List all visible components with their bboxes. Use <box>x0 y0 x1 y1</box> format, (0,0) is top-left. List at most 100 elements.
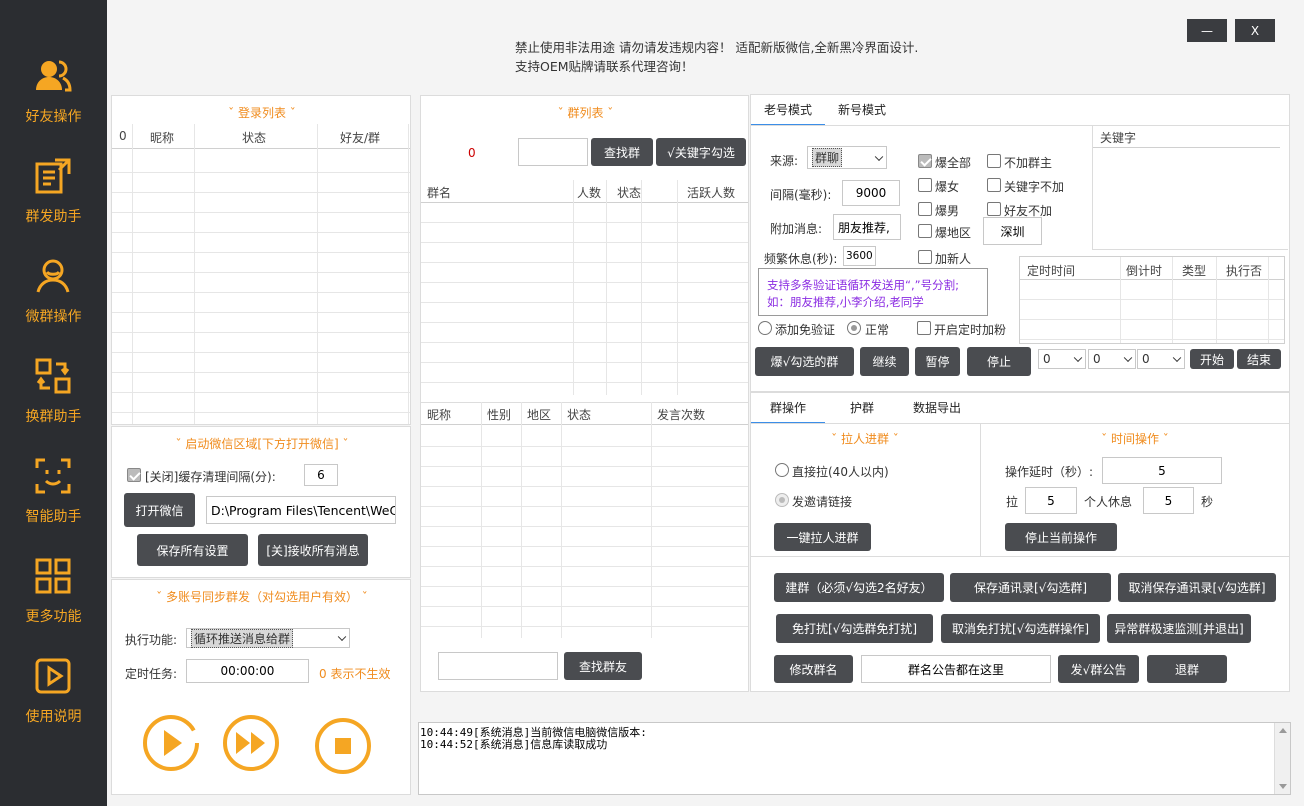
rest-person-label: 个人休息 <box>1084 495 1133 509</box>
receive-messages-button[interactable]: [关]接收所有消息 <box>258 534 368 566</box>
tab-group-ops[interactable]: 群操作 <box>751 393 825 424</box>
tab-protect-group[interactable]: 护群 <box>825 393 899 422</box>
sidebar-item-help[interactable]: 使用说明 <box>0 640 107 740</box>
log-box[interactable]: 10:44:49[系统消息]当前微信电脑微信版本: 10:44:52[系统消息]… <box>418 722 1291 795</box>
blast-male-checkbox[interactable] <box>918 202 932 216</box>
rename-group-button[interactable]: 修改群名 <box>774 655 853 683</box>
group-table: 群名 人数 状态 活跃人数 <box>421 180 748 395</box>
sidebar-item-label: 使用说明 <box>25 709 82 725</box>
open-wechat-button[interactable]: 打开微信 <box>124 493 195 527</box>
member-search-input[interactable] <box>438 652 558 680</box>
op-delay-input[interactable]: 5 <box>1102 457 1222 484</box>
pull-into-group-button[interactable]: 一键拉人进群 <box>774 523 871 551</box>
minimize-button[interactable]: — <box>1187 19 1227 42</box>
add-newbie-label: 加新人 <box>935 252 972 266</box>
normal-radio[interactable] <box>847 321 861 335</box>
blast-female-checkbox[interactable] <box>918 178 932 192</box>
timer-input[interactable]: 00:00:00 <box>186 659 309 683</box>
log-scrollbar[interactable] <box>1274 723 1290 794</box>
abnormal-monitor-button[interactable]: 异常群极速监测[并退出] <box>1107 614 1251 643</box>
blast-all-checkbox[interactable] <box>918 154 932 168</box>
smart-icon <box>35 458 71 494</box>
no-owner-label: 不加群主 <box>1004 156 1053 170</box>
invite-link-radio[interactable] <box>775 493 789 507</box>
rest-input[interactable]: 3600 <box>843 246 876 266</box>
cancel-dnd-button[interactable]: 取消免打扰[√勾选群操作] <box>941 614 1100 643</box>
source-select[interactable]: 群聊 <box>807 146 887 169</box>
create-group-button[interactable]: 建群（必须√勾选2名好友） <box>774 573 944 602</box>
pause-button[interactable]: 暂停 <box>915 347 960 376</box>
login-list-title: ˇ 登录列表 ˇ <box>228 106 296 120</box>
sidebar-item-group-ops[interactable]: 微群操作 <box>0 240 107 340</box>
launch-title: ˇ 启动微信区域[下方打开微信] ˇ <box>175 437 349 451</box>
exec-function-select[interactable]: 循环推送消息给群 <box>186 628 350 648</box>
wechat-path-input[interactable]: D:\Program Files\Tencent\WeChat <box>206 496 396 524</box>
pull-count-input[interactable]: 5 <box>1025 487 1077 514</box>
keyword-check-button[interactable]: √关键字勾选 <box>656 138 746 166</box>
keyword-list[interactable]: 关键字 <box>1092 126 1288 250</box>
op-delay-label: 操作延时（秒）: <box>1005 465 1094 479</box>
cache-interval-input[interactable]: 6 <box>304 464 338 486</box>
add-newbie-checkbox[interactable] <box>918 250 932 264</box>
stop-current-op-button[interactable]: 停止当前操作 <box>1005 523 1117 551</box>
stop-button[interactable]: 停止 <box>967 347 1031 376</box>
rest-seconds-input[interactable]: 5 <box>1143 487 1194 514</box>
timed-add-checkbox[interactable] <box>917 321 931 335</box>
free-verify-radio[interactable] <box>758 321 772 335</box>
interval-input[interactable]: 9000 <box>842 180 900 206</box>
hour-select[interactable]: 0 <box>1038 349 1086 369</box>
group-notice-input[interactable]: 群名公告都在这里 <box>861 655 1051 683</box>
continue-button[interactable]: 继续 <box>860 347 909 376</box>
quit-group-button[interactable]: 退群 <box>1147 655 1227 683</box>
grid-icon <box>35 558 71 594</box>
schedule-start-button[interactable]: 开始 <box>1190 349 1234 369</box>
send-notice-button[interactable]: 发√群公告 <box>1058 655 1139 683</box>
sidebar-item-more[interactable]: 更多功能 <box>0 540 107 640</box>
second-select[interactable]: 0 <box>1137 349 1185 369</box>
pull-count-label: 拉 <box>1006 495 1019 509</box>
scroll-up-icon[interactable] <box>1279 728 1287 733</box>
stop-icon[interactable] <box>314 717 372 775</box>
sidebar-item-friend-ops[interactable]: 好友操作 <box>0 40 107 140</box>
tab-new-mode[interactable]: 新号模式 <box>825 95 899 124</box>
blast-selected-button[interactable]: 爆√勾选的群 <box>755 347 854 376</box>
fast-forward-icon[interactable] <box>222 714 280 772</box>
rest-label: 频繁休息(秒): <box>764 252 838 266</box>
find-group-button[interactable]: 查找群 <box>591 138 653 166</box>
chevron-down-icon <box>1172 353 1182 363</box>
minute-select[interactable]: 0 <box>1088 349 1136 369</box>
extra-message-label: 附加消息: <box>770 222 823 236</box>
keyword-header: 关键字 <box>1100 131 1137 145</box>
tip-box: 支持多条验证语循环发送用“,”号分割; 如：朋友推荐,小李介绍,老同学 <box>758 268 988 316</box>
scroll-down-icon[interactable] <box>1279 784 1287 789</box>
group-icon <box>36 259 70 293</box>
find-member-button[interactable]: 查找群友 <box>564 652 642 680</box>
do-not-disturb-button[interactable]: 免打扰[√勾选群免打扰] <box>776 614 933 643</box>
sidebar-item-smart-assistant[interactable]: 智能助手 <box>0 440 107 540</box>
tab-data-export[interactable]: 数据导出 <box>899 393 975 422</box>
friend-skip-checkbox[interactable] <box>987 202 1001 216</box>
save-settings-button[interactable]: 保存所有设置 <box>137 534 248 566</box>
cancel-save-contacts-button[interactable]: 取消保存通讯录[√勾选群] <box>1118 573 1276 602</box>
login-col-index: 0 <box>119 129 127 143</box>
keyword-skip-checkbox[interactable] <box>987 178 1001 192</box>
blast-region-label: 爆地区 <box>935 226 972 240</box>
save-contacts-button[interactable]: 保存通讯录[√勾选群] <box>950 573 1111 602</box>
member-col-messages: 发言次数 <box>657 408 706 422</box>
schedule-end-button[interactable]: 结束 <box>1237 349 1281 369</box>
region-input[interactable]: 深圳 <box>983 217 1042 245</box>
no-owner-checkbox[interactable] <box>987 154 1001 168</box>
close-button[interactable]: X <box>1235 19 1275 42</box>
blast-region-checkbox[interactable] <box>918 224 932 238</box>
sidebar-item-swap-group[interactable]: 换群助手 <box>0 340 107 440</box>
tab-old-mode[interactable]: 老号模式 <box>751 95 825 126</box>
start-play-icon[interactable] <box>142 714 200 772</box>
source-label: 来源: <box>770 154 799 168</box>
pull-title: ˇ 拉人进群 ˇ <box>831 432 899 446</box>
cache-clear-checkbox[interactable] <box>127 468 141 482</box>
extra-message-input[interactable]: 朋友推荐, <box>833 214 901 240</box>
sidebar-item-broadcast[interactable]: 群发助手 <box>0 140 107 240</box>
group-search-input[interactable] <box>518 138 588 166</box>
direct-pull-radio[interactable] <box>775 463 789 477</box>
member-col-region: 地区 <box>527 408 552 422</box>
